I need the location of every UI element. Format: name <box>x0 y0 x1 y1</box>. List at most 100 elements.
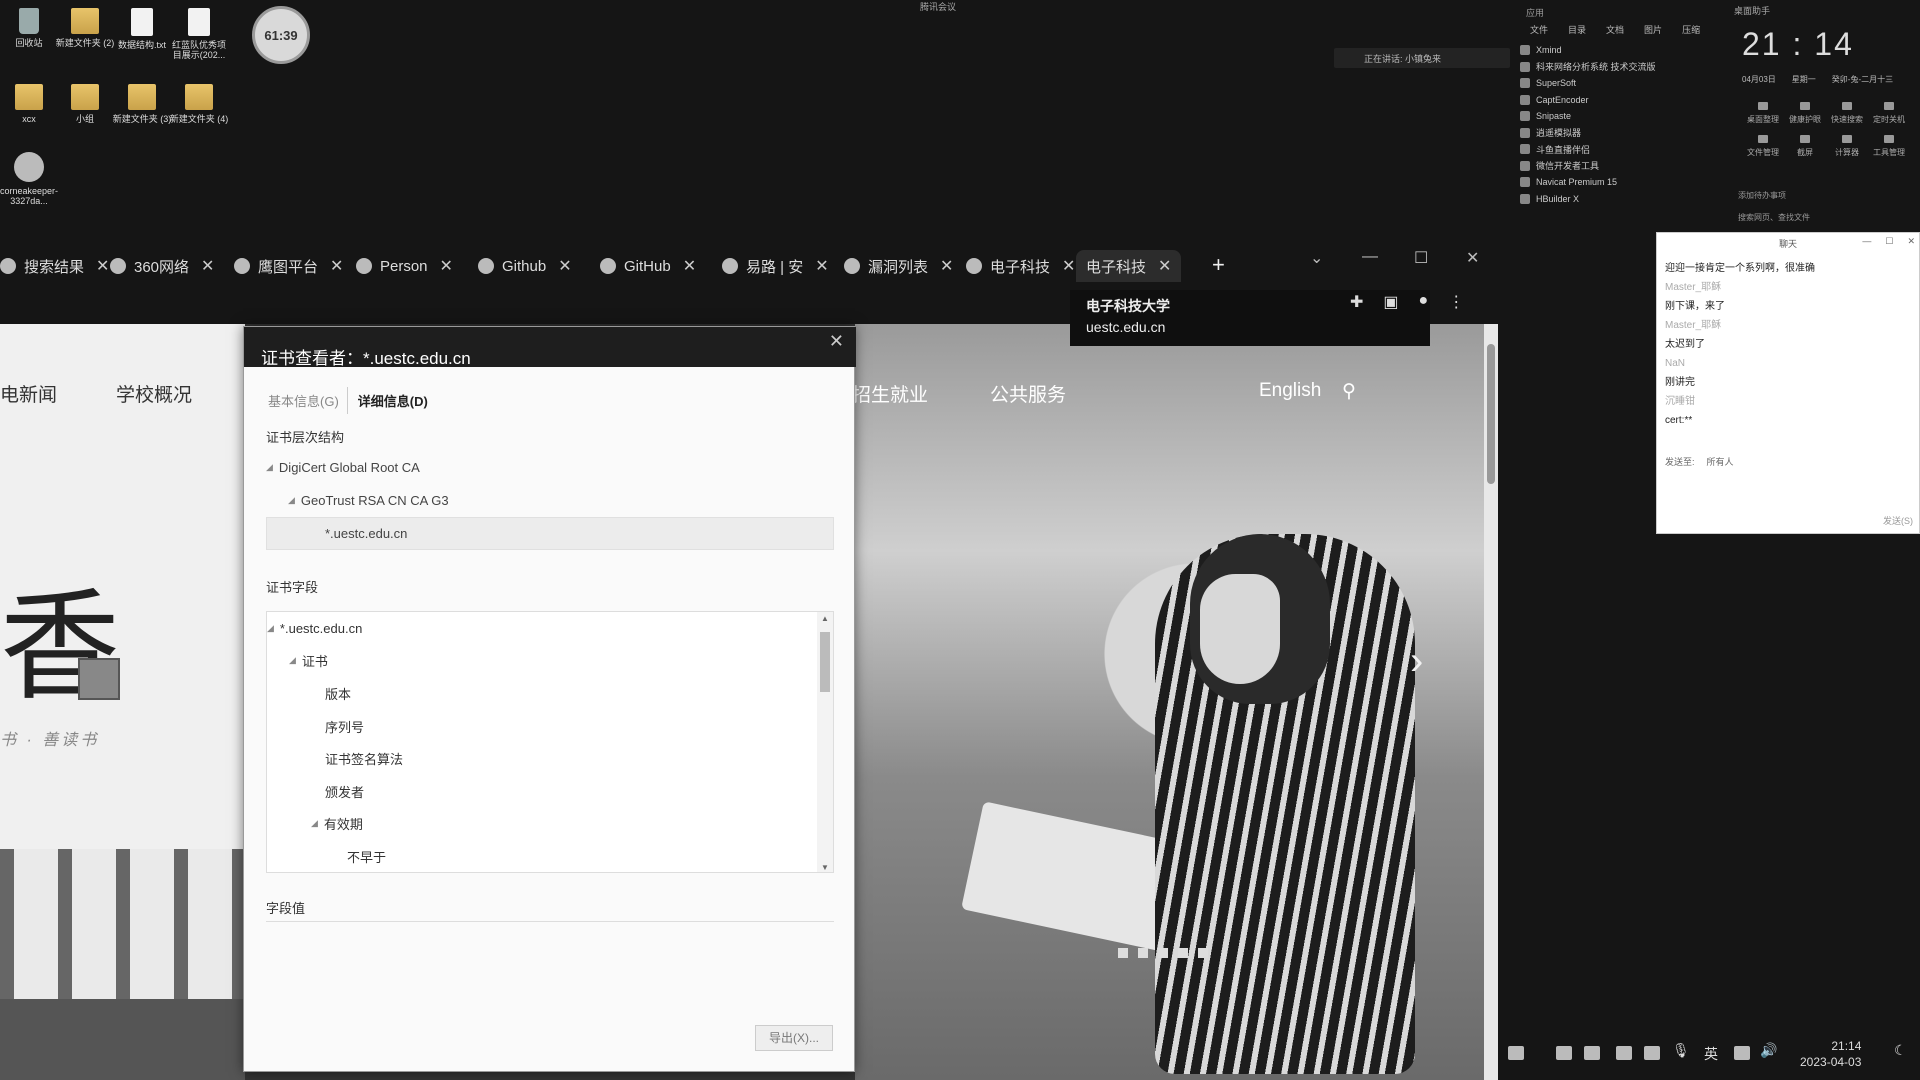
desktop-icon-folder-3[interactable]: 新建文件夹 (3) <box>111 84 173 124</box>
tab-close-icon[interactable]: ✕ <box>96 256 109 276</box>
tab-vuln-list[interactable]: 漏洞列表 ✕ <box>844 250 953 282</box>
certificate-fields-tree[interactable]: ◢ *.uestc.edu.cn ◢ 证书 版本 序列号 证书签名算法 颁发者 ◢ 有… <box>266 611 834 873</box>
field-row[interactable]: 不早于 <box>267 840 833 872</box>
tab-close-icon[interactable]: ✕ <box>815 256 828 276</box>
tray-app-icon[interactable] <box>1616 1046 1632 1060</box>
nav-about[interactable]: 学校概况 <box>116 380 192 407</box>
apps-tab[interactable]: 压缩 <box>1682 23 1700 36</box>
taskbar-clock[interactable]: 21:14 2023-04-03 <box>1800 1038 1861 1070</box>
desktop-icon-xcx[interactable]: xcx <box>0 84 60 124</box>
profile-icon[interactable]: ● <box>1419 292 1429 312</box>
tool-calculator[interactable]: 计算器 <box>1826 135 1868 158</box>
field-row[interactable]: ◢ 证书 <box>267 645 833 678</box>
expand-triangle-icon[interactable]: ◢ <box>266 462 273 473</box>
recipient-select[interactable]: 所有人 <box>1707 455 1734 468</box>
apps-tab[interactable]: 文档 <box>1606 23 1624 36</box>
tool-desktop-organize[interactable]: 桌面整理 <box>1742 102 1784 125</box>
slide-next-chevron-icon[interactable]: › <box>1410 639 1423 684</box>
desktop-icon-zip[interactable]: corneakeeper-3327da... <box>0 152 60 207</box>
tab-github-2[interactable]: GitHub ✕ <box>600 250 696 282</box>
expand-triangle-icon[interactable]: ◢ <box>288 495 295 506</box>
tab-close-icon[interactable]: ✕ <box>683 256 696 276</box>
tab-uestc-1[interactable]: 电子科技 ✕ <box>966 250 1075 282</box>
tab-basic-info[interactable]: 基本信息(G) <box>264 387 347 414</box>
nav-admissions[interactable]: 招生就业 <box>852 380 928 407</box>
tool-shutdown[interactable]: 定时关机 <box>1868 102 1910 125</box>
slide-dot[interactable] <box>1138 948 1148 958</box>
tool-file-manager[interactable]: 文件管理 <box>1742 135 1784 158</box>
slide-dot[interactable] <box>1198 948 1208 958</box>
search-link[interactable]: 搜索网页、查找文件 <box>1738 212 1810 223</box>
hierarchy-node-leaf[interactable]: *.uestc.edu.cn <box>266 517 834 550</box>
field-row[interactable]: 颁发者 <box>267 775 833 808</box>
desktop-icon-group[interactable]: 小组 <box>54 84 116 124</box>
new-tab-button[interactable]: + <box>1212 252 1225 278</box>
fields-scrollbar[interactable]: ▲ ▼ <box>817 612 833 872</box>
site-search-icon[interactable]: ⚲ <box>1342 380 1356 403</box>
field-row[interactable]: 序列号 <box>267 710 833 743</box>
field-row[interactable]: ◢ 有效期 <box>267 808 833 841</box>
minimize-button[interactable]: — <box>1362 248 1378 266</box>
app-item[interactable]: Navicat Premium 15 <box>1520 174 1728 191</box>
apps-tab[interactable]: 目录 <box>1568 23 1586 36</box>
field-row[interactable]: 版本 <box>267 677 833 710</box>
app-item[interactable]: Xmind <box>1520 42 1728 59</box>
nav-news[interactable]: 电新闻 <box>0 380 57 407</box>
apps-tab[interactable]: 图片 <box>1644 23 1662 36</box>
apps-tab[interactable]: 文件 <box>1530 23 1548 36</box>
tab-hunter[interactable]: 鹰图平台 ✕ <box>234 250 343 282</box>
tray-app-icon[interactable] <box>1556 1046 1572 1060</box>
tab-close-icon[interactable]: ✕ <box>440 256 453 276</box>
tab-close-icon[interactable]: ✕ <box>1158 256 1171 276</box>
app-item[interactable]: 微信开发者工具 <box>1520 158 1728 175</box>
expand-triangle-icon[interactable]: ◢ <box>289 655 296 666</box>
app-item[interactable]: SuperSoft <box>1520 75 1728 92</box>
tool-eye-care[interactable]: 健康护眼 <box>1784 102 1826 125</box>
nav-public-services[interactable]: 公共服务 <box>990 380 1066 407</box>
tool-quick-search[interactable]: 快速搜索 <box>1826 102 1868 125</box>
scroll-up-icon[interactable]: ▲ <box>821 614 829 623</box>
export-button[interactable]: 导出(X)... <box>755 1025 833 1051</box>
ime-indicator[interactable]: 英 <box>1704 1044 1718 1064</box>
field-row[interactable]: 证书签名算法 <box>267 742 833 775</box>
tool-screenshot[interactable]: 截屏 <box>1784 135 1826 158</box>
hierarchy-node-intermediate[interactable]: ◢ GeoTrust RSA CN CA G3 <box>266 484 834 517</box>
slide-dot[interactable] <box>1118 948 1128 958</box>
expand-triangle-icon[interactable]: ◢ <box>267 623 274 634</box>
sidebar-icon[interactable]: ▣ <box>1383 292 1398 312</box>
todo-link[interactable]: 添加待办事项 <box>1738 190 1786 201</box>
tab-close-icon[interactable]: ✕ <box>558 256 571 276</box>
desktop-icon-txt[interactable]: 数据结构.txt <box>111 8 173 50</box>
slide-dot[interactable] <box>1158 948 1168 958</box>
scrollbar-thumb[interactable] <box>1487 344 1495 484</box>
more-menu-icon[interactable]: ⋮ <box>1448 292 1464 312</box>
maximize-icon[interactable]: ☐ <box>1885 236 1893 247</box>
field-row[interactable]: ◢ *.uestc.edu.cn <box>267 612 833 645</box>
app-item[interactable]: 逍遥模拟器 <box>1520 125 1728 142</box>
notification-icon[interactable]: ☾ <box>1894 1042 1907 1059</box>
tool-manage[interactable]: 工具管理 <box>1868 135 1910 158</box>
app-item[interactable]: HBuilder X <box>1520 191 1728 208</box>
expand-triangle-icon[interactable]: ◢ <box>311 818 318 829</box>
tab-close-icon[interactable]: ✕ <box>1062 256 1075 276</box>
app-item[interactable]: 科来网络分析系统 技术交流版 <box>1520 59 1728 76</box>
desktop-icon-folder-4[interactable]: 新建文件夹 (4) <box>168 84 230 124</box>
tab-360[interactable]: 360网络 ✕ <box>110 250 214 282</box>
window-close-button[interactable]: ✕ <box>1466 248 1479 268</box>
hierarchy-node-root[interactable]: ◢ DigiCert Global Root CA <box>266 451 834 484</box>
tab-close-icon[interactable]: ✕ <box>940 256 953 276</box>
scroll-down-icon[interactable]: ▼ <box>821 863 829 872</box>
desktop-icon-recycle-bin[interactable]: 回收站 <box>0 8 60 48</box>
tab-github-1[interactable]: Github ✕ <box>478 250 572 282</box>
tab-close-icon[interactable]: ✕ <box>201 256 214 276</box>
page-scrollbar[interactable] <box>1484 324 1498 1080</box>
app-item[interactable]: 斗鱼直播伴侣 <box>1520 141 1728 158</box>
tray-app-icon[interactable] <box>1644 1046 1660 1060</box>
desktop-icon-folder-2[interactable]: 新建文件夹 (2) <box>54 8 116 48</box>
tab-search-results[interactable]: 搜索结果 ✕ <box>0 250 109 282</box>
tab-list-chevron-icon[interactable]: ⌄ <box>1310 248 1323 268</box>
tab-uestc-active[interactable]: 电子科技 ✕ <box>1076 250 1182 282</box>
app-item[interactable]: CaptEncoder <box>1520 92 1728 109</box>
tab-close-icon[interactable]: ✕ <box>330 256 343 276</box>
desktop-icon-doc[interactable]: 红蓝队优秀项目展示(202... <box>168 8 230 61</box>
